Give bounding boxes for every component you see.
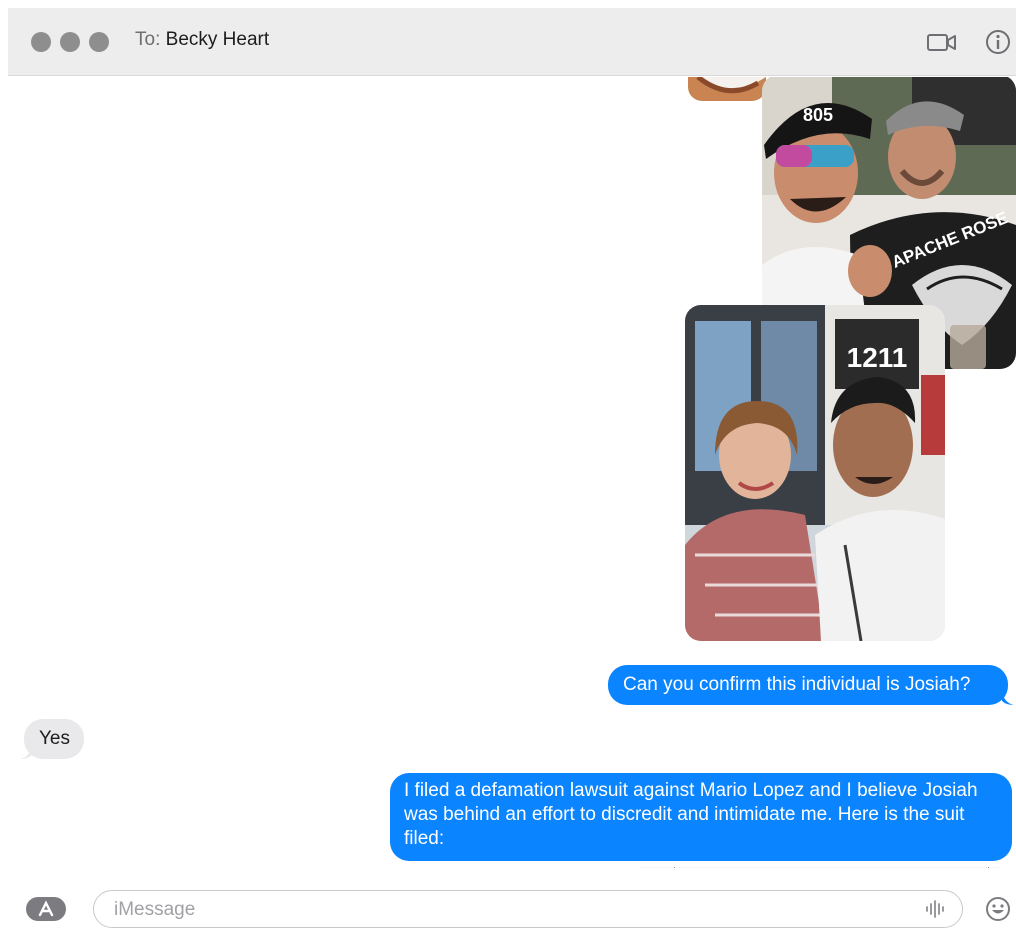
title-bar: To: Becky Heart [8,8,1016,76]
bubble-tail [1002,691,1014,705]
message-bubble-outgoing[interactable]: I filed a defamation lawsuit against Mar… [390,773,1012,861]
composer-bar [0,870,1016,928]
close-window-button[interactable] [31,32,51,52]
message-transcript[interactable]: 805 APACHE ROSE 1211 Can you confirm thi… [0,77,1016,868]
photo-partial[interactable] [688,77,766,101]
bubble-tail [20,745,32,759]
audio-waveform-icon[interactable] [924,899,946,919]
zoom-window-button[interactable] [89,32,109,52]
emoji-smile-icon[interactable] [984,895,1012,923]
minimize-window-button[interactable] [60,32,80,52]
attachment-edge [674,867,675,868]
message-bubble-outgoing[interactable]: Can you confirm this individual is Josia… [608,665,1008,705]
recipient-field[interactable]: To: Becky Heart [135,29,269,51]
recipient-name: Becky Heart [165,29,270,50]
message-input[interactable] [112,897,896,923]
address-sign-text: 1211 [847,342,908,373]
attachment-preview[interactable] [640,867,1000,868]
cap-logo-text: 805 [803,105,833,125]
video-camera-icon[interactable] [926,26,958,58]
to-label: To: [135,29,161,50]
message-input-container[interactable] [93,890,963,928]
message-text: I filed a defamation lawsuit against Mar… [404,780,978,849]
info-circle-icon[interactable] [982,26,1014,58]
message-text: Yes [39,728,70,749]
photo-selfie-street[interactable]: 1211 [685,305,945,641]
message-text: Can you confirm this individual is Josia… [623,674,971,695]
app-store-icon[interactable] [26,897,66,921]
attachment-edge [988,867,989,868]
message-bubble-incoming[interactable]: Yes [24,719,84,759]
